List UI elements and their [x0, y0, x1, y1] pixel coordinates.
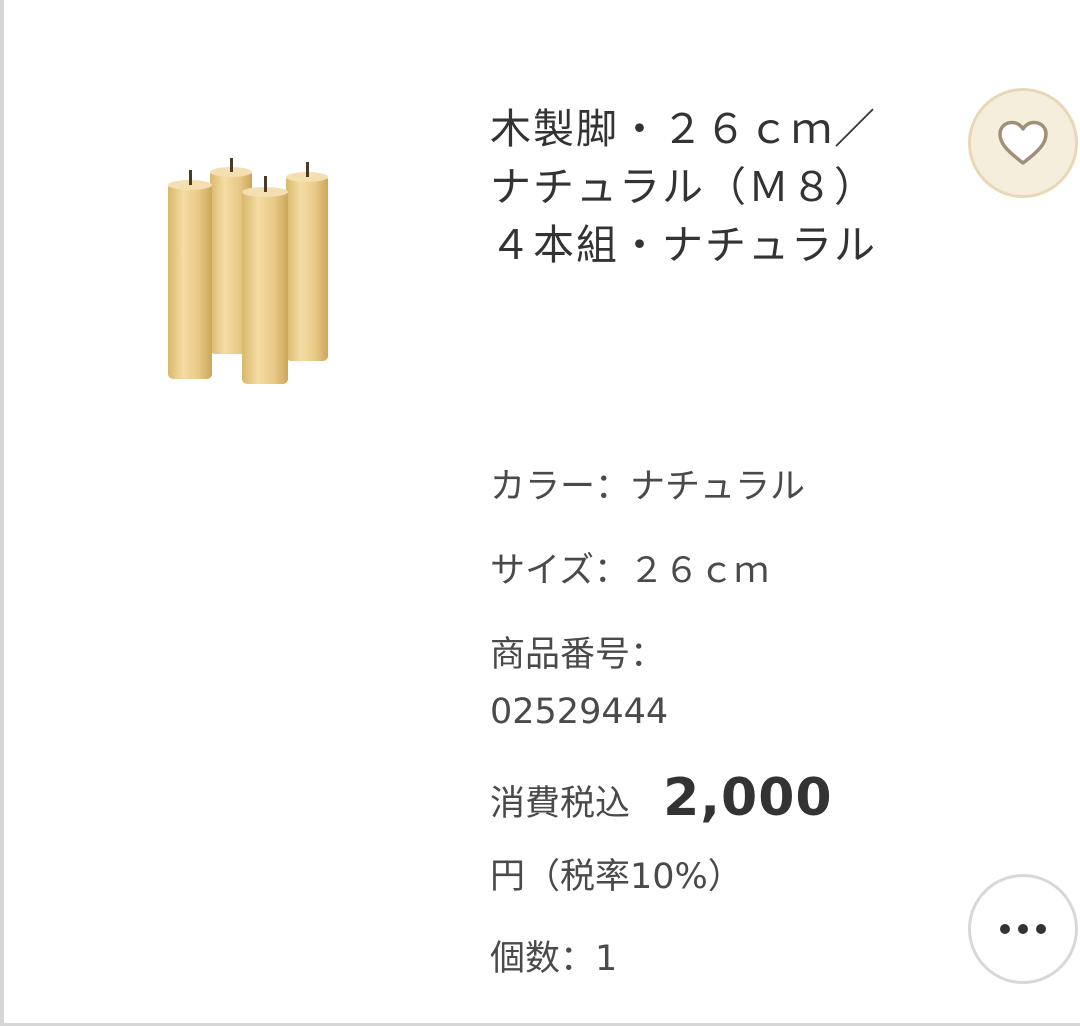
- price-row: 消費税込 2,000: [490, 768, 833, 828]
- more-options-button[interactable]: [968, 874, 1078, 984]
- price-label: 消費税込: [490, 784, 631, 824]
- product-color: カラー：ナチュラル: [490, 467, 806, 507]
- product-card: 木製脚・２６ｃｍ／ナチュラル（Ｍ８） ４本組・ナチュラル カラー：ナチュラル サ…: [0, 0, 1080, 1026]
- product-title[interactable]: 木製脚・２６ｃｍ／ナチュラル（Ｍ８） ４本組・ナチュラル: [490, 100, 898, 274]
- favorite-button[interactable]: [968, 88, 1078, 198]
- product-info: 木製脚・２６ｃｍ／ナチュラル（Ｍ８） ４本組・ナチュラル カラー：ナチュラル サ…: [490, 100, 898, 979]
- price-unit: 円（税率10%）: [490, 857, 743, 897]
- price-value: 2,000: [663, 768, 833, 828]
- heart-icon: [998, 120, 1048, 165]
- wooden-legs-illustration: [168, 158, 328, 384]
- product-size: サイズ：２６ｃｍ: [490, 551, 769, 591]
- product-code-value: 02529444: [490, 692, 669, 732]
- product-code-label: 商品番号：: [490, 635, 666, 675]
- quantity: 個数：1: [490, 939, 618, 979]
- more-horizontal-icon: [996, 924, 1050, 934]
- product-image[interactable]: [154, 150, 364, 390]
